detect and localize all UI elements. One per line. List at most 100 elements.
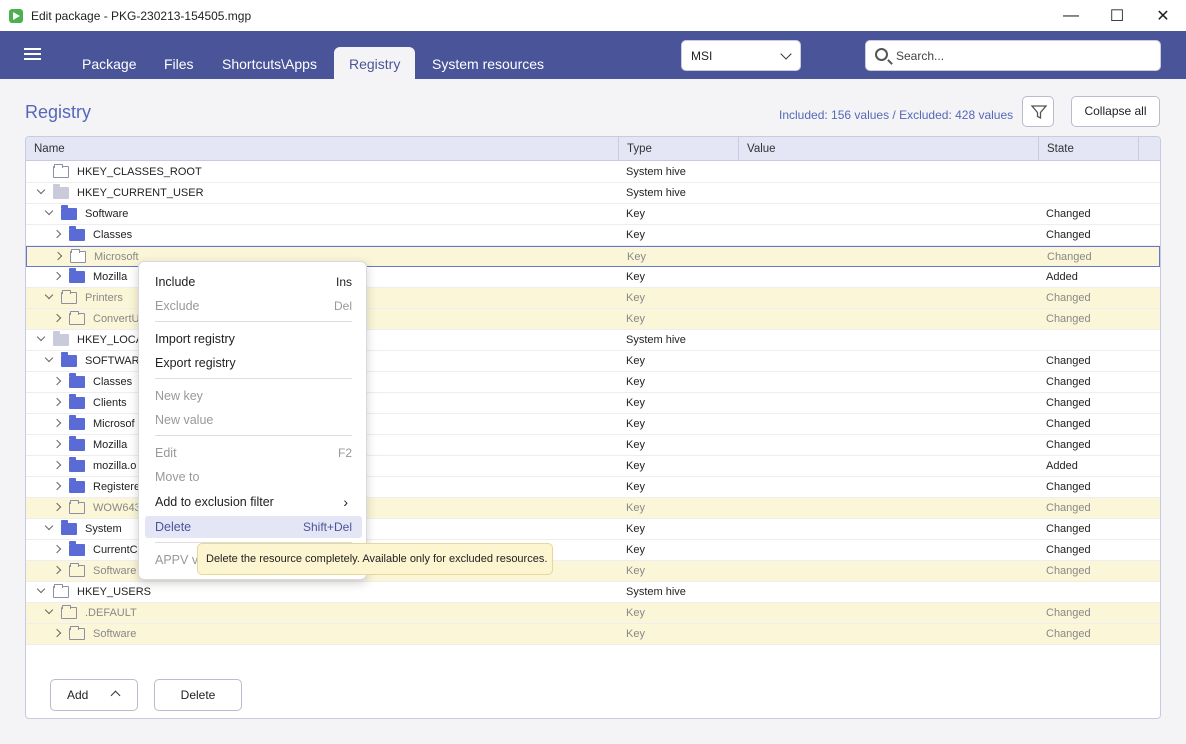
tab-shortcuts-apps[interactable]: Shortcuts\Apps — [207, 47, 332, 79]
chevron-down-icon[interactable] — [36, 584, 46, 594]
chevron-down-icon[interactable] — [36, 332, 46, 342]
menu-item-export-registry[interactable]: Export registry — [145, 352, 362, 374]
chevron-down-icon[interactable] — [44, 605, 54, 615]
chevron-down-icon[interactable] — [36, 185, 46, 195]
row-state: Changed — [1046, 208, 1091, 220]
menu-item-move-to[interactable]: Move to — [145, 466, 362, 488]
table-row[interactable]: HKEY_USERS System hive — [26, 582, 1160, 603]
maximize-button[interactable]: ☐ — [1094, 0, 1140, 31]
folder-icon — [61, 520, 77, 535]
chevron-right-icon[interactable] — [52, 229, 62, 239]
row-name: Mozilla — [93, 271, 128, 283]
tab-package[interactable]: Package — [67, 47, 151, 79]
row-state: Changed — [1046, 439, 1091, 451]
collapse-all-button[interactable]: Collapse all — [1071, 96, 1160, 127]
row-type: Key — [626, 565, 645, 577]
row-name: HKEY_CLASSES_ROOT — [77, 166, 202, 178]
table-row[interactable]: Classes Key Changed — [26, 225, 1160, 246]
chevron-up-icon — [110, 690, 121, 701]
menu-item-edit[interactable]: Edit F2 — [145, 442, 362, 464]
chevron-down-icon[interactable] — [44, 290, 54, 300]
chevron-right-icon[interactable] — [52, 439, 62, 449]
search-input[interactable] — [896, 41, 1156, 70]
row-state: Changed — [1046, 607, 1091, 619]
chevron-right-icon[interactable] — [52, 313, 62, 323]
chevron-down-icon[interactable] — [44, 353, 54, 363]
menu-item-include[interactable]: Include Ins — [145, 271, 362, 293]
grid-header: Name Type Value State — [26, 137, 1160, 161]
row-name: Classes — [93, 376, 133, 388]
row-name: Microsof — [93, 418, 135, 430]
row-type: Key — [626, 544, 645, 556]
chevron-down-icon[interactable] — [44, 206, 54, 216]
row-name: CurrentC — [93, 544, 138, 556]
chevron-right-icon[interactable] — [52, 544, 62, 554]
menu-item-import-registry[interactable]: Import registry — [145, 328, 362, 350]
menu-separator — [155, 321, 352, 322]
chevron-right-icon[interactable] — [52, 271, 62, 281]
chevron-right-icon[interactable] — [52, 397, 62, 407]
row-state: Changed — [1046, 502, 1091, 514]
table-row[interactable]: HKEY_CURRENT_USER System hive — [26, 183, 1160, 204]
column-header-type[interactable]: Type — [619, 137, 739, 161]
column-header-name[interactable]: Name — [26, 137, 619, 161]
folder-icon — [69, 268, 85, 283]
chevron-right-icon[interactable] — [52, 502, 62, 512]
minimize-button[interactable]: — — [1048, 0, 1094, 31]
chevron-right-icon[interactable] — [52, 481, 62, 491]
add-button[interactable]: Add — [50, 679, 138, 711]
menu-item-delete-label: Delete — [155, 520, 192, 534]
row-name: WOW643 — [93, 502, 141, 514]
row-type: Key — [626, 313, 645, 325]
menu-item-delete[interactable]: Delete Shift+Del — [145, 516, 362, 538]
folder-icon — [53, 584, 69, 598]
close-button[interactable]: ✕ — [1140, 0, 1186, 31]
table-row[interactable]: Software Key Changed — [26, 624, 1160, 645]
column-header-state[interactable]: State — [1039, 137, 1139, 161]
chevron-right-icon[interactable] — [53, 251, 63, 261]
menu-item-new-key[interactable]: New key — [145, 385, 362, 407]
chevron-right-icon[interactable] — [52, 460, 62, 470]
row-type: Key — [626, 481, 645, 493]
search-box[interactable] — [865, 40, 1161, 71]
row-type: Key — [626, 271, 645, 283]
value-counts: Included: 156 values / Excluded: 428 val… — [779, 108, 1014, 122]
column-header-value[interactable]: Value — [739, 137, 1039, 161]
table-row[interactable]: .DEFAULT Key Changed — [26, 603, 1160, 624]
chevron-right-icon[interactable] — [52, 565, 62, 575]
table-row[interactable]: HKEY_CLASSES_ROOT System hive — [26, 162, 1160, 183]
hamburger-menu-icon[interactable] — [24, 48, 41, 60]
filter-button[interactable] — [1022, 96, 1054, 127]
row-state: Added — [1046, 460, 1078, 472]
add-button-label: Add — [67, 688, 89, 702]
chevron-right-icon[interactable] — [52, 376, 62, 386]
folder-icon — [61, 290, 77, 304]
chevron-right-icon[interactable] — [52, 628, 62, 638]
chevron-down-icon[interactable] — [44, 521, 54, 531]
menu-item-exclude[interactable]: Exclude Del — [145, 295, 362, 317]
search-icon — [875, 48, 888, 61]
row-type: Key — [626, 418, 645, 430]
menu-item-exclude-label: Exclude — [155, 299, 200, 313]
row-state: Changed — [1047, 251, 1092, 263]
menu-item-new-value[interactable]: New value — [145, 409, 362, 431]
delete-button[interactable]: Delete — [154, 679, 242, 711]
tab-registry[interactable]: Registry — [334, 47, 416, 79]
row-name: ConvertU — [93, 313, 140, 325]
row-state: Changed — [1046, 376, 1091, 388]
app-logo-icon — [9, 8, 23, 23]
table-row[interactable]: Software Key Changed — [26, 204, 1160, 225]
row-name: Clients — [93, 397, 127, 409]
format-select[interactable]: MSI — [681, 40, 801, 71]
row-state: Changed — [1046, 544, 1091, 556]
tab-files[interactable]: Files — [149, 47, 209, 79]
menu-item-include-label: Include — [155, 275, 196, 289]
window-title: Edit package - PKG-230213-154505.mgp — [31, 8, 252, 23]
tab-system-resources[interactable]: System resources — [417, 47, 559, 79]
chevron-right-icon[interactable] — [52, 418, 62, 428]
folder-icon — [61, 605, 77, 619]
chevron-right-icon: › — [343, 494, 348, 510]
page-title: Registry — [25, 102, 92, 122]
menu-item-add-to-exclusion-filter[interactable]: Add to exclusion filter › — [145, 491, 362, 513]
row-state: Changed — [1046, 523, 1091, 535]
